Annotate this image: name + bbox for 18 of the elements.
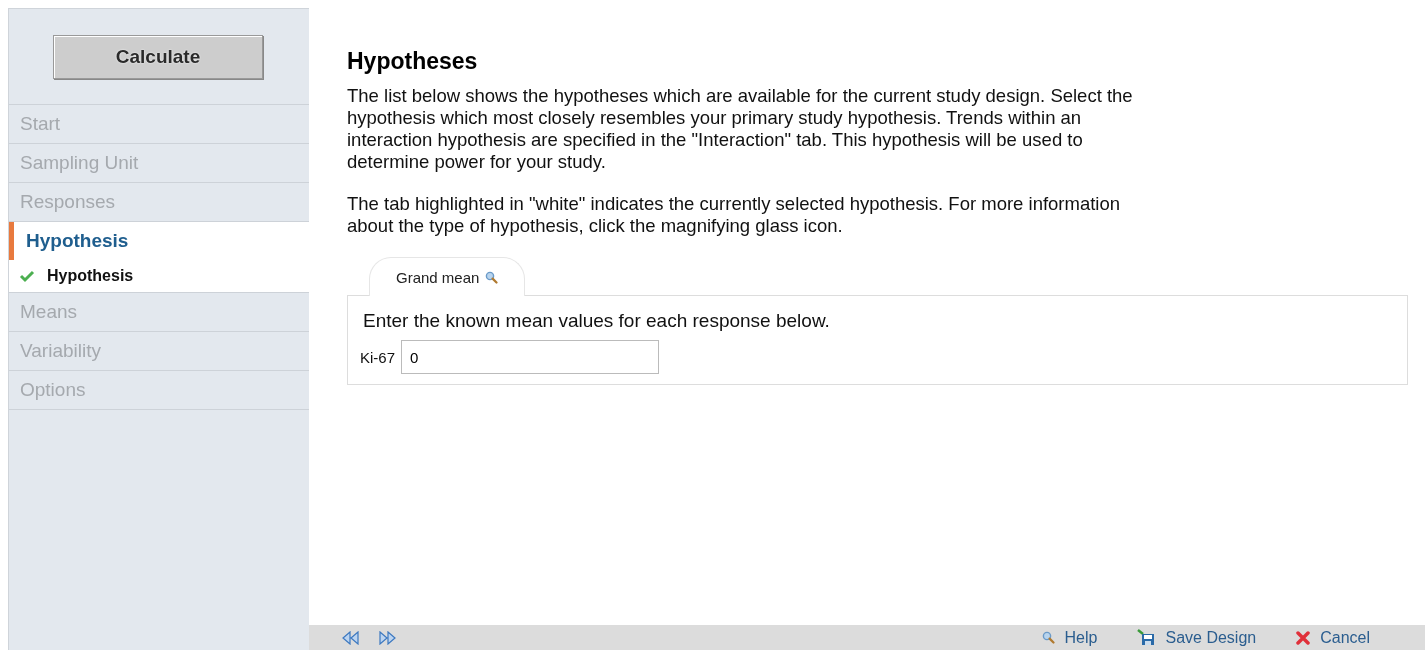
sidebar-subitem[interactable]: Hypothesis: [47, 267, 134, 285]
help-button[interactable]: Help: [1041, 628, 1098, 647]
close-icon: [1296, 630, 1311, 645]
floppy-disk-icon: [1137, 629, 1156, 646]
calculate-button[interactable]: Calculate: [53, 34, 263, 79]
description-paragraph: The tab highlighted in "white" indicates the currently selected hypothesis. For more information about the type of hypothesis, click the magnifying glass icon.: [347, 193, 1122, 237]
fast-forward-icon[interactable]: [377, 630, 397, 645]
instruction-text: Enter the known mean values for each response below.: [363, 310, 831, 332]
rewind-icon[interactable]: [341, 630, 361, 645]
search-icon: [1041, 631, 1055, 644]
description-paragraph: The list below shows the hypotheses which are available for the current study design. Select the hypothesis which most closely resembles your primary study hypothesis. Trends within an interaction hypothesis are specified in the "Interaction" tab. This hypothesis will be used to determine power for your study.: [347, 85, 1134, 173]
mean-input-field[interactable]: 0: [401, 340, 660, 374]
hypothesis-tab[interactable]: Grand mean: [369, 257, 526, 296]
save-button[interactable]: Save Design: [1137, 628, 1257, 647]
search-icon: [485, 270, 499, 284]
page-title: Hypotheses: [347, 48, 479, 75]
field-label: Ki-67: [360, 348, 396, 366]
cancel-button[interactable]: Cancel: [1296, 628, 1370, 647]
